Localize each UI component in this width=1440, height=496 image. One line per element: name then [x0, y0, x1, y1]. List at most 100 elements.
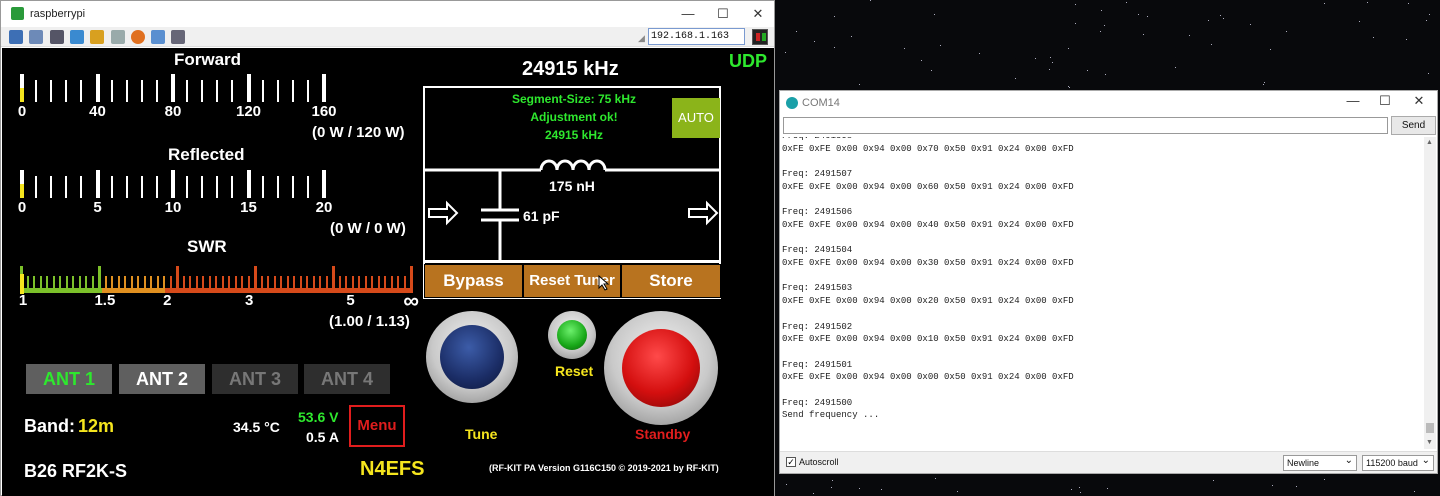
desktop-star [1080, 491, 1082, 493]
desktop-star [832, 480, 834, 482]
meter-minor-tick [110, 176, 113, 198]
meter-minor-tick [231, 80, 234, 102]
swr-tick [124, 276, 126, 293]
swr-tick [78, 276, 81, 293]
desktop-star [979, 52, 981, 54]
swr-tick [202, 276, 204, 293]
scroll-down-icon[interactable]: ▼ [1426, 439, 1433, 446]
bypass-button[interactable]: Bypass [424, 264, 523, 298]
connection-status-icon[interactable] [752, 29, 768, 45]
desktop-star [1070, 488, 1072, 490]
log-scrollbar[interactable]: ▲ ▼ [1424, 137, 1436, 449]
desktop-star [1174, 66, 1176, 68]
desktop-star [933, 13, 935, 15]
swr-tick [332, 266, 335, 293]
forward-meter [20, 74, 412, 106]
send-button[interactable]: Send [1391, 116, 1436, 135]
serial-input-field[interactable] [783, 117, 1388, 134]
log-line: 0xFE 0xFE 0x00 0x94 0x00 0x10 0x50 0x91 … [782, 334, 1074, 345]
desktop-star [1286, 30, 1288, 32]
input-arrow-icon [428, 200, 459, 226]
swr-tick [150, 276, 152, 293]
scroll-thumb[interactable] [1426, 423, 1434, 433]
fullscreen-icon[interactable] [171, 30, 185, 44]
meter-minor-tick [186, 176, 189, 198]
swr-level-bar [20, 274, 24, 294]
autoscroll-label: Autoscroll [799, 457, 839, 467]
reflected-readout: (0 W / 0 W) [330, 220, 406, 237]
options-icon[interactable] [9, 30, 23, 44]
desktop-star [1143, 34, 1145, 36]
meter-minor-tick [291, 176, 294, 198]
menu-button[interactable]: Menu [349, 405, 405, 447]
maximize-icon[interactable]: ☐ [704, 4, 742, 24]
swr-tick [221, 276, 224, 293]
swr-tick [306, 276, 308, 293]
meter-major-tick [246, 74, 251, 102]
serial-monitor-window: COM14 — ☐ ✕ Send Freq: 24915080xFE 0xFE … [779, 90, 1438, 474]
close-icon[interactable]: ✕ [739, 4, 777, 24]
swr-tick [111, 276, 113, 293]
reflected-meter [20, 170, 412, 202]
desktop-star [813, 41, 815, 43]
baud-rate-select[interactable]: 115200 baud [1362, 454, 1434, 471]
desktop-star [1373, 37, 1375, 39]
swr-tick-label: 1 [18, 292, 28, 309]
refresh-icon[interactable] [70, 30, 84, 44]
close-icon[interactable]: ✕ [1400, 91, 1438, 111]
maximize-icon[interactable]: ☐ [1366, 91, 1404, 111]
swr-tick [176, 266, 179, 293]
swr-tick [46, 276, 48, 293]
vnc-titlebar[interactable]: raspberrypi — ☐ ✕ [1, 1, 774, 27]
desktop-star [784, 51, 786, 53]
keyboard-icon[interactable] [111, 30, 125, 44]
ant-3-button[interactable]: ANT 3 [212, 364, 298, 394]
desktop-star [1428, 72, 1430, 74]
forward-title: Forward [174, 50, 242, 69]
ant-4-button[interactable]: ANT 4 [304, 364, 390, 394]
auto-button[interactable]: AUTO [672, 98, 720, 138]
desktop-star [881, 488, 883, 490]
tune-button-cap [440, 325, 504, 389]
store-button[interactable]: Store [621, 264, 721, 298]
swr-tick [39, 276, 42, 293]
meter-minor-tick [125, 176, 128, 198]
reset-label: Reset [555, 363, 594, 379]
ant-2-button[interactable]: ANT 2 [119, 364, 205, 394]
swr-tick [130, 276, 133, 293]
log-line: Freq: 2491501 [782, 359, 853, 370]
inductor-value: 175 nH [549, 178, 595, 194]
scroll-up-icon[interactable]: ▲ [1426, 139, 1433, 146]
line-ending-select[interactable]: Newline [1283, 454, 1357, 471]
swr-tick [228, 276, 230, 293]
minimize-icon[interactable]: — [669, 4, 707, 24]
swr-tick [156, 276, 159, 293]
address-field[interactable]: 192.168.1.163 [648, 28, 745, 45]
desktop-star [1087, 69, 1089, 71]
swr-tick [117, 276, 120, 293]
tune-label: Tune [465, 426, 498, 442]
zoom-icon[interactable] [151, 30, 165, 44]
vnc-app-icon [11, 7, 24, 20]
tune-button[interactable] [426, 311, 518, 403]
desktop-star [1425, 20, 1427, 22]
tools-icon[interactable] [50, 30, 64, 44]
alert-icon[interactable] [131, 30, 145, 44]
meter-minor-tick [291, 80, 294, 102]
autoscroll-checkbox[interactable]: ✓ [786, 457, 796, 467]
reset-led[interactable] [548, 311, 596, 359]
log-line: 0xFE 0xFE 0x00 0x94 0x00 0x00 0x50 0x91 … [782, 372, 1074, 383]
meter-minor-tick [65, 176, 68, 198]
serial-output-log: Freq: 24915080xFE 0xFE 0x00 0x94 0x00 0x… [782, 137, 1423, 449]
meter-minor-tick [80, 176, 83, 198]
windows-key-icon[interactable] [90, 30, 104, 44]
standby-button[interactable] [604, 311, 718, 425]
desktop-star [1359, 20, 1361, 22]
ant-1-button[interactable]: ANT 1 [26, 364, 112, 394]
vnc-window-title: raspberrypi [30, 8, 86, 20]
connection-info-icon[interactable] [29, 30, 43, 44]
meter-minor-tick [125, 80, 128, 102]
swr-tick [299, 276, 302, 293]
